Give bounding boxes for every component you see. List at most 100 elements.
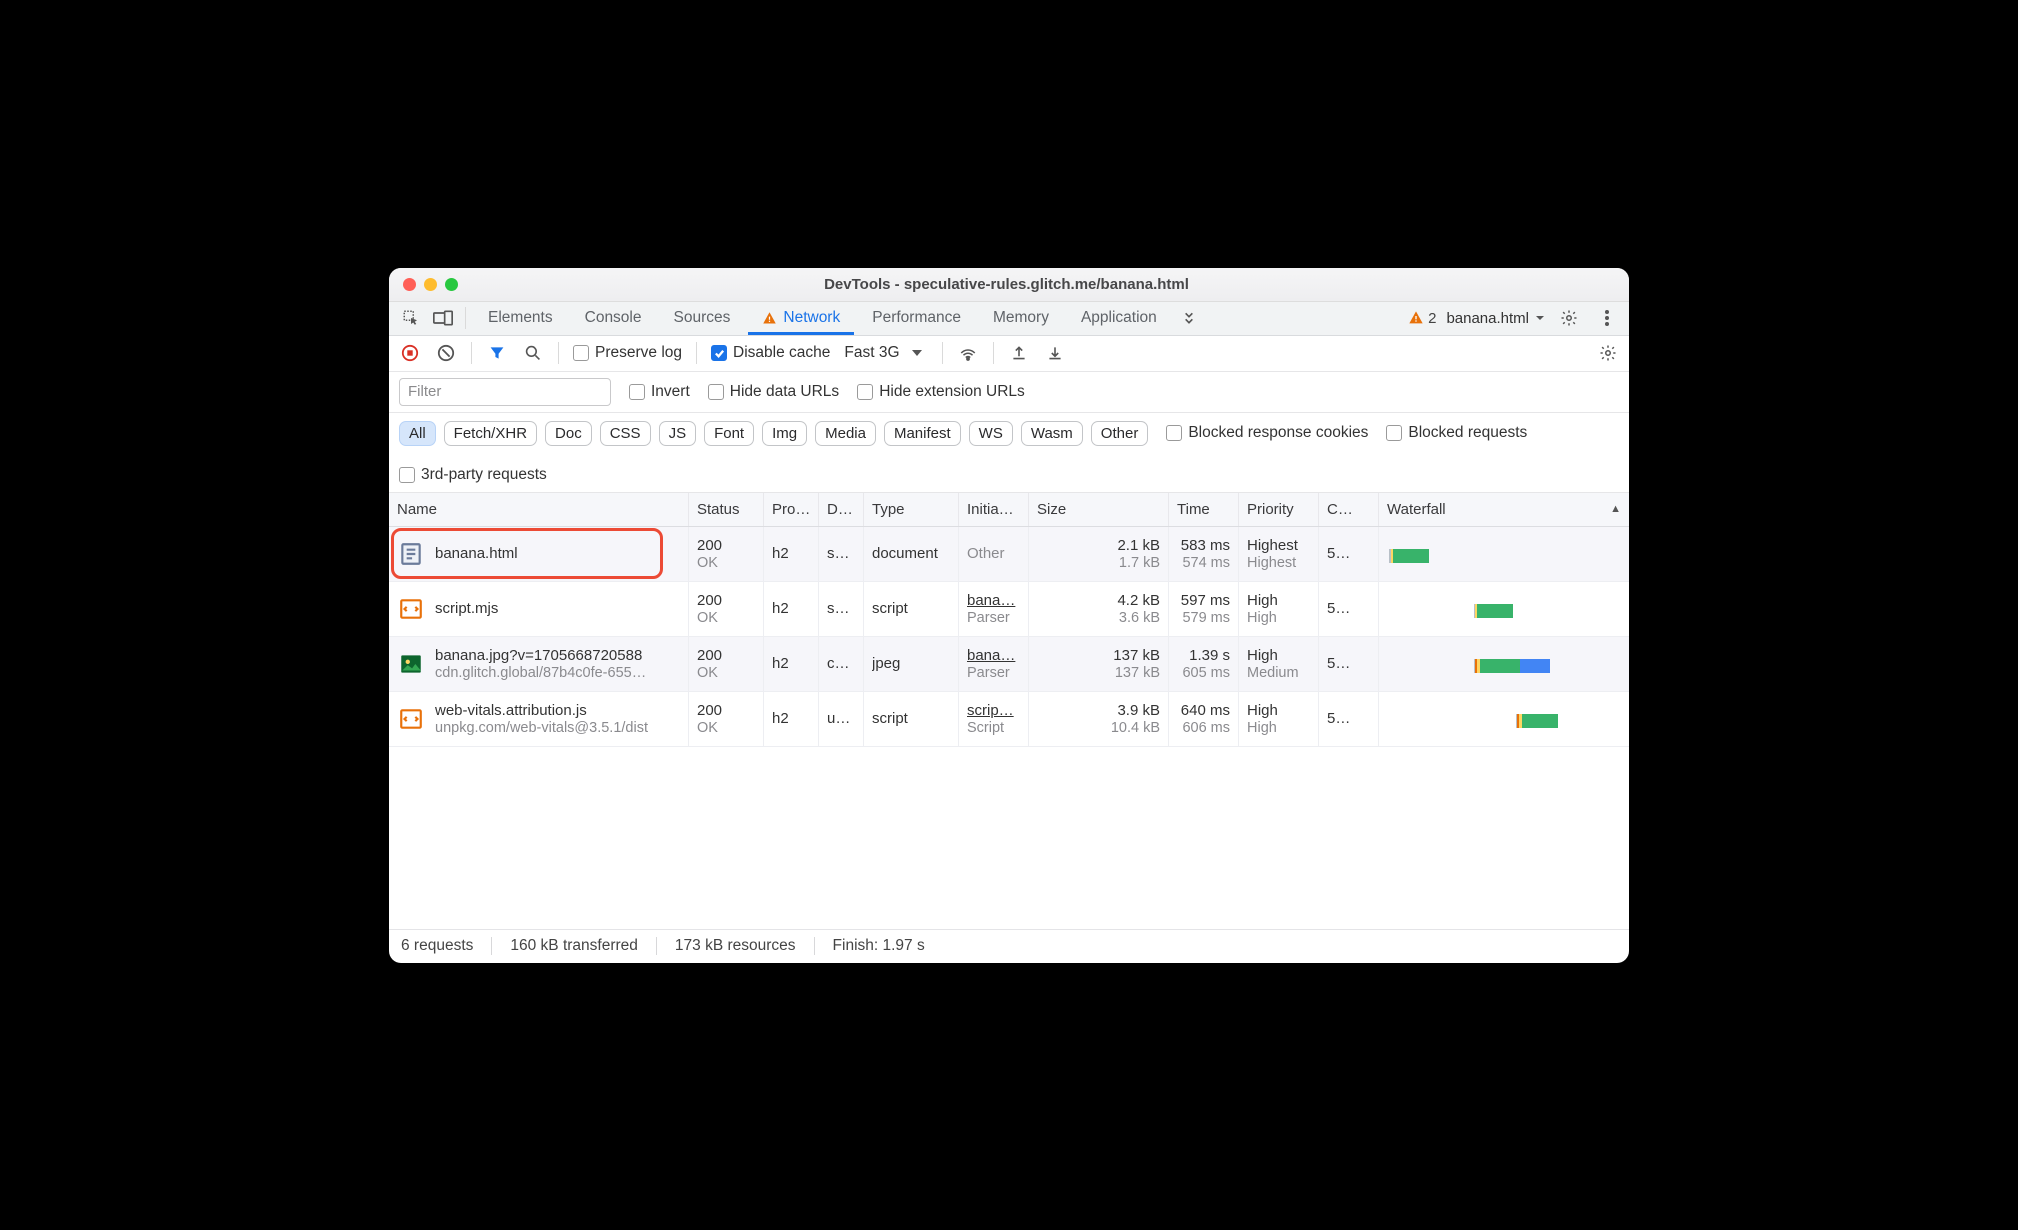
checkbox-icon bbox=[1386, 425, 1402, 441]
protocol-cell: h2 bbox=[764, 582, 819, 636]
column-header[interactable]: Pro… bbox=[764, 493, 819, 526]
status-cell: 200OK bbox=[689, 692, 764, 746]
main-tab-application[interactable]: Application bbox=[1067, 302, 1171, 335]
more-options-icon[interactable] bbox=[1593, 304, 1621, 332]
divider bbox=[471, 342, 472, 364]
waterfall-cell bbox=[1379, 692, 1629, 746]
table-header: NameStatusPro…D…TypeInitia…SizeTimePrior… bbox=[389, 493, 1629, 527]
table-row[interactable]: web-vitals.attribution.jsunpkg.com/web-v… bbox=[389, 692, 1629, 747]
initiator-link[interactable]: bana… bbox=[967, 592, 1015, 609]
column-header[interactable]: Name bbox=[389, 493, 689, 526]
checkbox-icon bbox=[708, 384, 724, 400]
column-header[interactable]: Priority bbox=[1239, 493, 1319, 526]
network-settings-icon[interactable] bbox=[1597, 342, 1619, 364]
checkbox-icon bbox=[857, 384, 873, 400]
blocked-response-cookies-checkbox[interactable]: Blocked response cookies bbox=[1166, 424, 1368, 442]
table-row[interactable]: banana.html200OKh2sp…documentOther2.1 kB… bbox=[389, 527, 1629, 582]
type-pill-font[interactable]: Font bbox=[704, 421, 754, 446]
type-pill-manifest[interactable]: Manifest bbox=[884, 421, 961, 446]
type-pill-other[interactable]: Other bbox=[1091, 421, 1149, 446]
status-cell: 200OK bbox=[689, 527, 764, 581]
checkbox-icon bbox=[711, 345, 727, 361]
throttling-select[interactable]: Fast 3G bbox=[844, 344, 927, 362]
waterfall-cell bbox=[1379, 582, 1629, 636]
table-body: banana.html200OKh2sp…documentOther2.1 kB… bbox=[389, 527, 1629, 929]
main-tab-sources[interactable]: Sources bbox=[660, 302, 745, 335]
domain-cell: un… bbox=[819, 692, 864, 746]
name-cell: script.mjs bbox=[389, 582, 689, 636]
column-header[interactable]: D… bbox=[819, 493, 864, 526]
checkbox-icon bbox=[399, 467, 415, 483]
column-header[interactable]: Status bbox=[689, 493, 764, 526]
column-header[interactable]: Initia… bbox=[959, 493, 1029, 526]
main-tab-network[interactable]: Network bbox=[748, 302, 854, 335]
column-header[interactable]: Waterfall▲ bbox=[1379, 493, 1629, 526]
device-toolbar-icon[interactable] bbox=[429, 304, 457, 332]
preserve-log-checkbox[interactable]: Preserve log bbox=[573, 344, 682, 362]
import-har-icon[interactable] bbox=[1044, 342, 1066, 364]
status-cell: 200OK bbox=[689, 582, 764, 636]
filter-bar: Invert Hide data URLs Hide extension URL… bbox=[389, 372, 1629, 413]
hide-data-urls-checkbox[interactable]: Hide data URLs bbox=[708, 383, 839, 401]
hide-extension-urls-checkbox[interactable]: Hide extension URLs bbox=[857, 383, 1025, 401]
devtools-window: DevTools - speculative-rules.glitch.me/b… bbox=[389, 268, 1629, 963]
waterfall-bar bbox=[1387, 696, 1621, 742]
column-header[interactable]: Size bbox=[1029, 493, 1169, 526]
issues-counter[interactable]: 2 bbox=[1408, 310, 1436, 327]
close-window-button[interactable] bbox=[403, 278, 416, 291]
type-pill-js[interactable]: JS bbox=[659, 421, 697, 446]
type-pill-media[interactable]: Media bbox=[815, 421, 876, 446]
waterfall-bar bbox=[1387, 586, 1621, 632]
main-tab-memory[interactable]: Memory bbox=[979, 302, 1063, 335]
invert-checkbox[interactable]: Invert bbox=[629, 383, 690, 401]
blocked-resp-cookies-label: Blocked response cookies bbox=[1188, 424, 1368, 442]
type-pill-css[interactable]: CSS bbox=[600, 421, 651, 446]
status-bar: 6 requests 160 kB transferred 173 kB res… bbox=[389, 929, 1629, 963]
more-tabs-icon[interactable] bbox=[1175, 304, 1203, 332]
filter-icon[interactable] bbox=[486, 342, 508, 364]
blocked-requests-label: Blocked requests bbox=[1408, 424, 1527, 442]
domain-cell: cd… bbox=[819, 637, 864, 691]
minimize-window-button[interactable] bbox=[424, 278, 437, 291]
type-pill-doc[interactable]: Doc bbox=[545, 421, 592, 446]
type-filter-bar: All Fetch/XHR Doc CSS JS Font Img Media Manifest… bbox=[389, 413, 1629, 493]
table-row[interactable]: script.mjs200OKh2sp…scriptbana…Parser4.2… bbox=[389, 582, 1629, 637]
third-party-checkbox[interactable]: 3rd-party requests bbox=[399, 466, 547, 484]
main-tab-performance[interactable]: Performance bbox=[858, 302, 975, 335]
maximize-window-button[interactable] bbox=[445, 278, 458, 291]
inspect-element-icon[interactable] bbox=[397, 304, 425, 332]
column-header[interactable]: Type bbox=[864, 493, 959, 526]
filter-input[interactable] bbox=[399, 378, 611, 406]
checkbox-icon bbox=[629, 384, 645, 400]
sort-asc-icon: ▲ bbox=[1610, 503, 1621, 515]
type-pill-img[interactable]: Img bbox=[762, 421, 807, 446]
column-header[interactable]: C… bbox=[1319, 493, 1379, 526]
initiator-link[interactable]: bana… bbox=[967, 647, 1015, 664]
name-cell: web-vitals.attribution.jsunpkg.com/web-v… bbox=[389, 692, 689, 746]
disable-cache-checkbox[interactable]: Disable cache bbox=[711, 344, 830, 362]
export-har-icon[interactable] bbox=[1008, 342, 1030, 364]
domain-cell: sp… bbox=[819, 582, 864, 636]
column-header[interactable]: Time bbox=[1169, 493, 1239, 526]
context-selector[interactable]: banana.html bbox=[1446, 310, 1545, 327]
js-file-icon bbox=[397, 705, 425, 733]
blocked-requests-checkbox[interactable]: Blocked requests bbox=[1386, 424, 1527, 442]
network-conditions-icon[interactable] bbox=[957, 342, 979, 364]
titlebar: DevTools - speculative-rules.glitch.me/b… bbox=[389, 268, 1629, 302]
settings-icon[interactable] bbox=[1555, 304, 1583, 332]
initiator-cell: bana…Parser bbox=[959, 582, 1029, 636]
main-tab-console[interactable]: Console bbox=[571, 302, 656, 335]
clear-button[interactable] bbox=[435, 342, 457, 364]
main-tab-elements[interactable]: Elements bbox=[474, 302, 567, 335]
protocol-cell: h2 bbox=[764, 527, 819, 581]
type-pill-fetch-xhr[interactable]: Fetch/XHR bbox=[444, 421, 537, 446]
divider bbox=[993, 342, 994, 364]
initiator-link[interactable]: scrip… bbox=[967, 702, 1014, 719]
search-icon[interactable] bbox=[522, 342, 544, 364]
type-pill-wasm[interactable]: Wasm bbox=[1021, 421, 1083, 446]
table-row[interactable]: banana.jpg?v=1705668720588cdn.glitch.glo… bbox=[389, 637, 1629, 692]
divider bbox=[465, 307, 466, 329]
type-pill-all[interactable]: All bbox=[399, 421, 436, 446]
type-pill-ws[interactable]: WS bbox=[969, 421, 1013, 446]
record-button[interactable] bbox=[399, 342, 421, 364]
